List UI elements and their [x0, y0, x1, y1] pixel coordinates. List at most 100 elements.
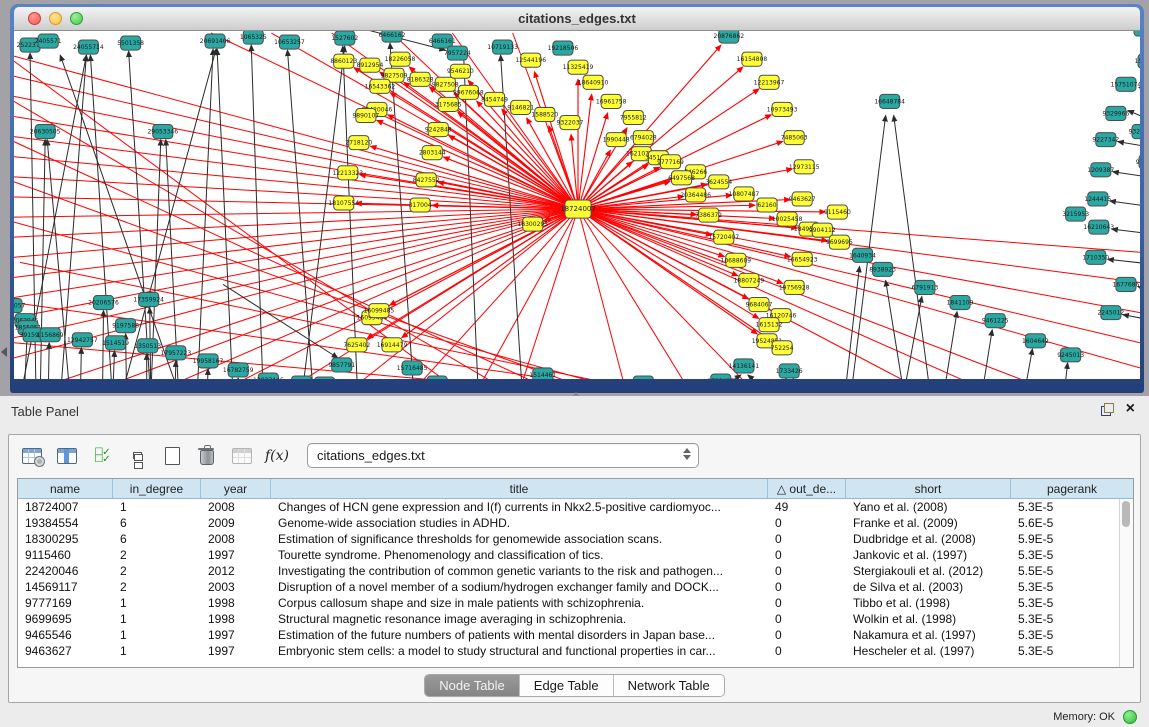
- network-node[interactable]: 6466162: [379, 31, 406, 42]
- scrollbar-thumb[interactable]: [1122, 501, 1130, 527]
- network-node[interactable]: 1514519: [102, 336, 129, 350]
- network-node[interactable]: 8938923: [869, 262, 896, 276]
- network-node[interactable]: 15720407: [708, 230, 739, 244]
- network-node[interactable]: 8860123: [330, 54, 357, 68]
- network-node[interactable]: 19958167: [193, 354, 224, 368]
- network-node[interactable]: 1604642: [1022, 334, 1049, 348]
- network-node[interactable]: 9146821: [507, 100, 534, 114]
- network-node[interactable]: 1588520: [531, 107, 558, 121]
- network-node[interactable]: 1640934: [849, 248, 876, 262]
- network-node[interactable]: 2405571: [35, 34, 62, 48]
- network-node[interactable]: 12544196: [515, 53, 546, 67]
- network-node[interactable]: 9322037: [557, 115, 584, 129]
- row-height-button[interactable]: [124, 444, 150, 468]
- network-node[interactable]: 18107554: [328, 196, 359, 210]
- network-node[interactable]: 16654923: [787, 252, 818, 266]
- network-node[interactable]: 10973493: [767, 102, 798, 116]
- network-node[interactable]: 16210643: [1083, 220, 1114, 234]
- network-node[interactable]: 1575107: [1135, 54, 1140, 68]
- new-table-button[interactable]: [159, 444, 185, 468]
- network-node[interactable]: 9329966: [1102, 106, 1129, 120]
- network-node[interactable]: 16648784: [874, 94, 905, 108]
- table-row[interactable]: 977716911998Corpus callosum shape and si…: [18, 595, 1133, 611]
- network-node[interactable]: 6497568: [668, 171, 695, 185]
- column-header-title[interactable]: title: [271, 479, 768, 498]
- network-node[interactable]: 3215953: [1062, 207, 1089, 221]
- network-node[interactable]: 7218492: [311, 377, 338, 379]
- network-node[interactable]: 1615132: [756, 318, 783, 332]
- network-node[interactable]: 9684067: [746, 298, 773, 312]
- network-node[interactable]: 1114734: [288, 376, 315, 379]
- network-node[interactable]: 19218506: [548, 41, 579, 55]
- network-node[interactable]: 16154808: [737, 52, 768, 66]
- network-node[interactable]: 9245013: [1057, 348, 1084, 362]
- network-node[interactable]: 8454749: [481, 92, 508, 106]
- network-node[interactable]: 1816057: [14, 299, 26, 313]
- network-canvas[interactable]: 2522376240557124055714550135820691406106…: [14, 31, 1140, 379]
- table-row[interactable]: 1830029562008Estimation of significance …: [18, 531, 1133, 547]
- network-node[interactable]: 16782759: [223, 363, 254, 377]
- function-builder-button[interactable]: f(x): [264, 444, 290, 468]
- network-node[interactable]: 1710350: [1082, 250, 1109, 264]
- network-node[interactable]: 1677686: [1113, 277, 1140, 291]
- network-node[interactable]: 1244415: [1084, 192, 1111, 206]
- network-node[interactable]: 6791913: [911, 280, 938, 294]
- network-node[interactable]: 1209387: [1087, 163, 1114, 177]
- network-node[interactable]: 15716485: [397, 361, 428, 375]
- network-node[interactable]: 1990448: [603, 133, 630, 147]
- table-row[interactable]: 946362711997Embryonic stem cells: a mode…: [18, 643, 1133, 659]
- network-node[interactable]: 18724007: [560, 200, 596, 218]
- network-node[interactable]: 7955812: [620, 110, 647, 124]
- network-node[interactable]: 20630505: [30, 125, 61, 139]
- column-header-short[interactable]: short: [846, 479, 1011, 498]
- column-header-pagerank[interactable]: pagerank: [1011, 479, 1133, 498]
- network-node[interactable]: 9546210: [447, 64, 474, 78]
- network-node[interactable]: 9227342: [1092, 133, 1119, 147]
- tab-edge-table[interactable]: Edge Table: [520, 675, 614, 696]
- table-row[interactable]: 911546021997Tourette syndrome. Phenomeno…: [18, 547, 1133, 563]
- network-node[interactable]: 18640910: [578, 75, 609, 89]
- select-columns-button[interactable]: ☐✓☐✓: [89, 444, 115, 468]
- network-node[interactable]: 9777169: [657, 155, 684, 169]
- network-node[interactable]: 317004: [409, 198, 432, 212]
- network-node[interactable]: 1065325: [240, 31, 267, 44]
- network-node[interactable]: 1514461: [529, 368, 556, 379]
- network-node[interactable]: 2245012: [1097, 306, 1124, 320]
- table-row[interactable]: 946554611997Estimation of the future num…: [18, 627, 1133, 643]
- network-node[interactable]: 1671998: [424, 376, 451, 379]
- network-node[interactable]: 7957224: [444, 46, 471, 60]
- network-node[interactable]: 6794028: [630, 131, 657, 145]
- network-node[interactable]: 10719133: [487, 40, 518, 54]
- network-node[interactable]: 12923446: [253, 373, 284, 379]
- network-node[interactable]: 18300295: [517, 217, 548, 231]
- network-node[interactable]: 18226058: [385, 52, 416, 66]
- network-node[interactable]: 9083519: [630, 376, 657, 379]
- network-node[interactable]: 9857791: [328, 358, 355, 372]
- network-node[interactable]: 19756928: [779, 280, 810, 294]
- network-node[interactable]: 14136141: [729, 359, 760, 373]
- network-node[interactable]: 20364486: [680, 188, 711, 202]
- network-node[interactable]: 7386372: [695, 208, 722, 222]
- network-node[interactable]: 1527602: [331, 31, 358, 45]
- tab-node-table[interactable]: Node Table: [425, 675, 520, 696]
- network-node[interactable]: 12973115: [789, 160, 820, 174]
- network-node[interactable]: 1156869: [37, 328, 64, 342]
- network-node[interactable]: 7485063: [781, 131, 808, 145]
- network-node[interactable]: 8813054: [1131, 31, 1140, 36]
- table-settings-button[interactable]: [19, 444, 45, 468]
- table-row[interactable]: 1872400712008Changes of HCN gene express…: [18, 499, 1133, 515]
- network-node[interactable]: 20876862: [713, 31, 744, 43]
- network-node[interactable]: 9227343: [1136, 155, 1140, 169]
- column-header-out_degree[interactable]: △ out_de...: [768, 479, 846, 498]
- network-node[interactable]: 1733427: [707, 374, 734, 379]
- network-node[interactable]: 752254: [771, 341, 794, 355]
- network-node[interactable]: 9197588: [112, 319, 139, 333]
- insert-column-button[interactable]: [54, 444, 80, 468]
- network-node[interactable]: 8912954: [357, 58, 384, 72]
- network-node[interactable]: 2803144: [419, 146, 446, 160]
- network-node[interactable]: 16961758: [596, 94, 627, 108]
- network-node[interactable]: 10807487: [729, 187, 760, 201]
- network-node[interactable]: 3624554: [705, 175, 732, 189]
- network-node[interactable]: 12213967: [754, 75, 785, 89]
- tab-network-table[interactable]: Network Table: [614, 675, 724, 696]
